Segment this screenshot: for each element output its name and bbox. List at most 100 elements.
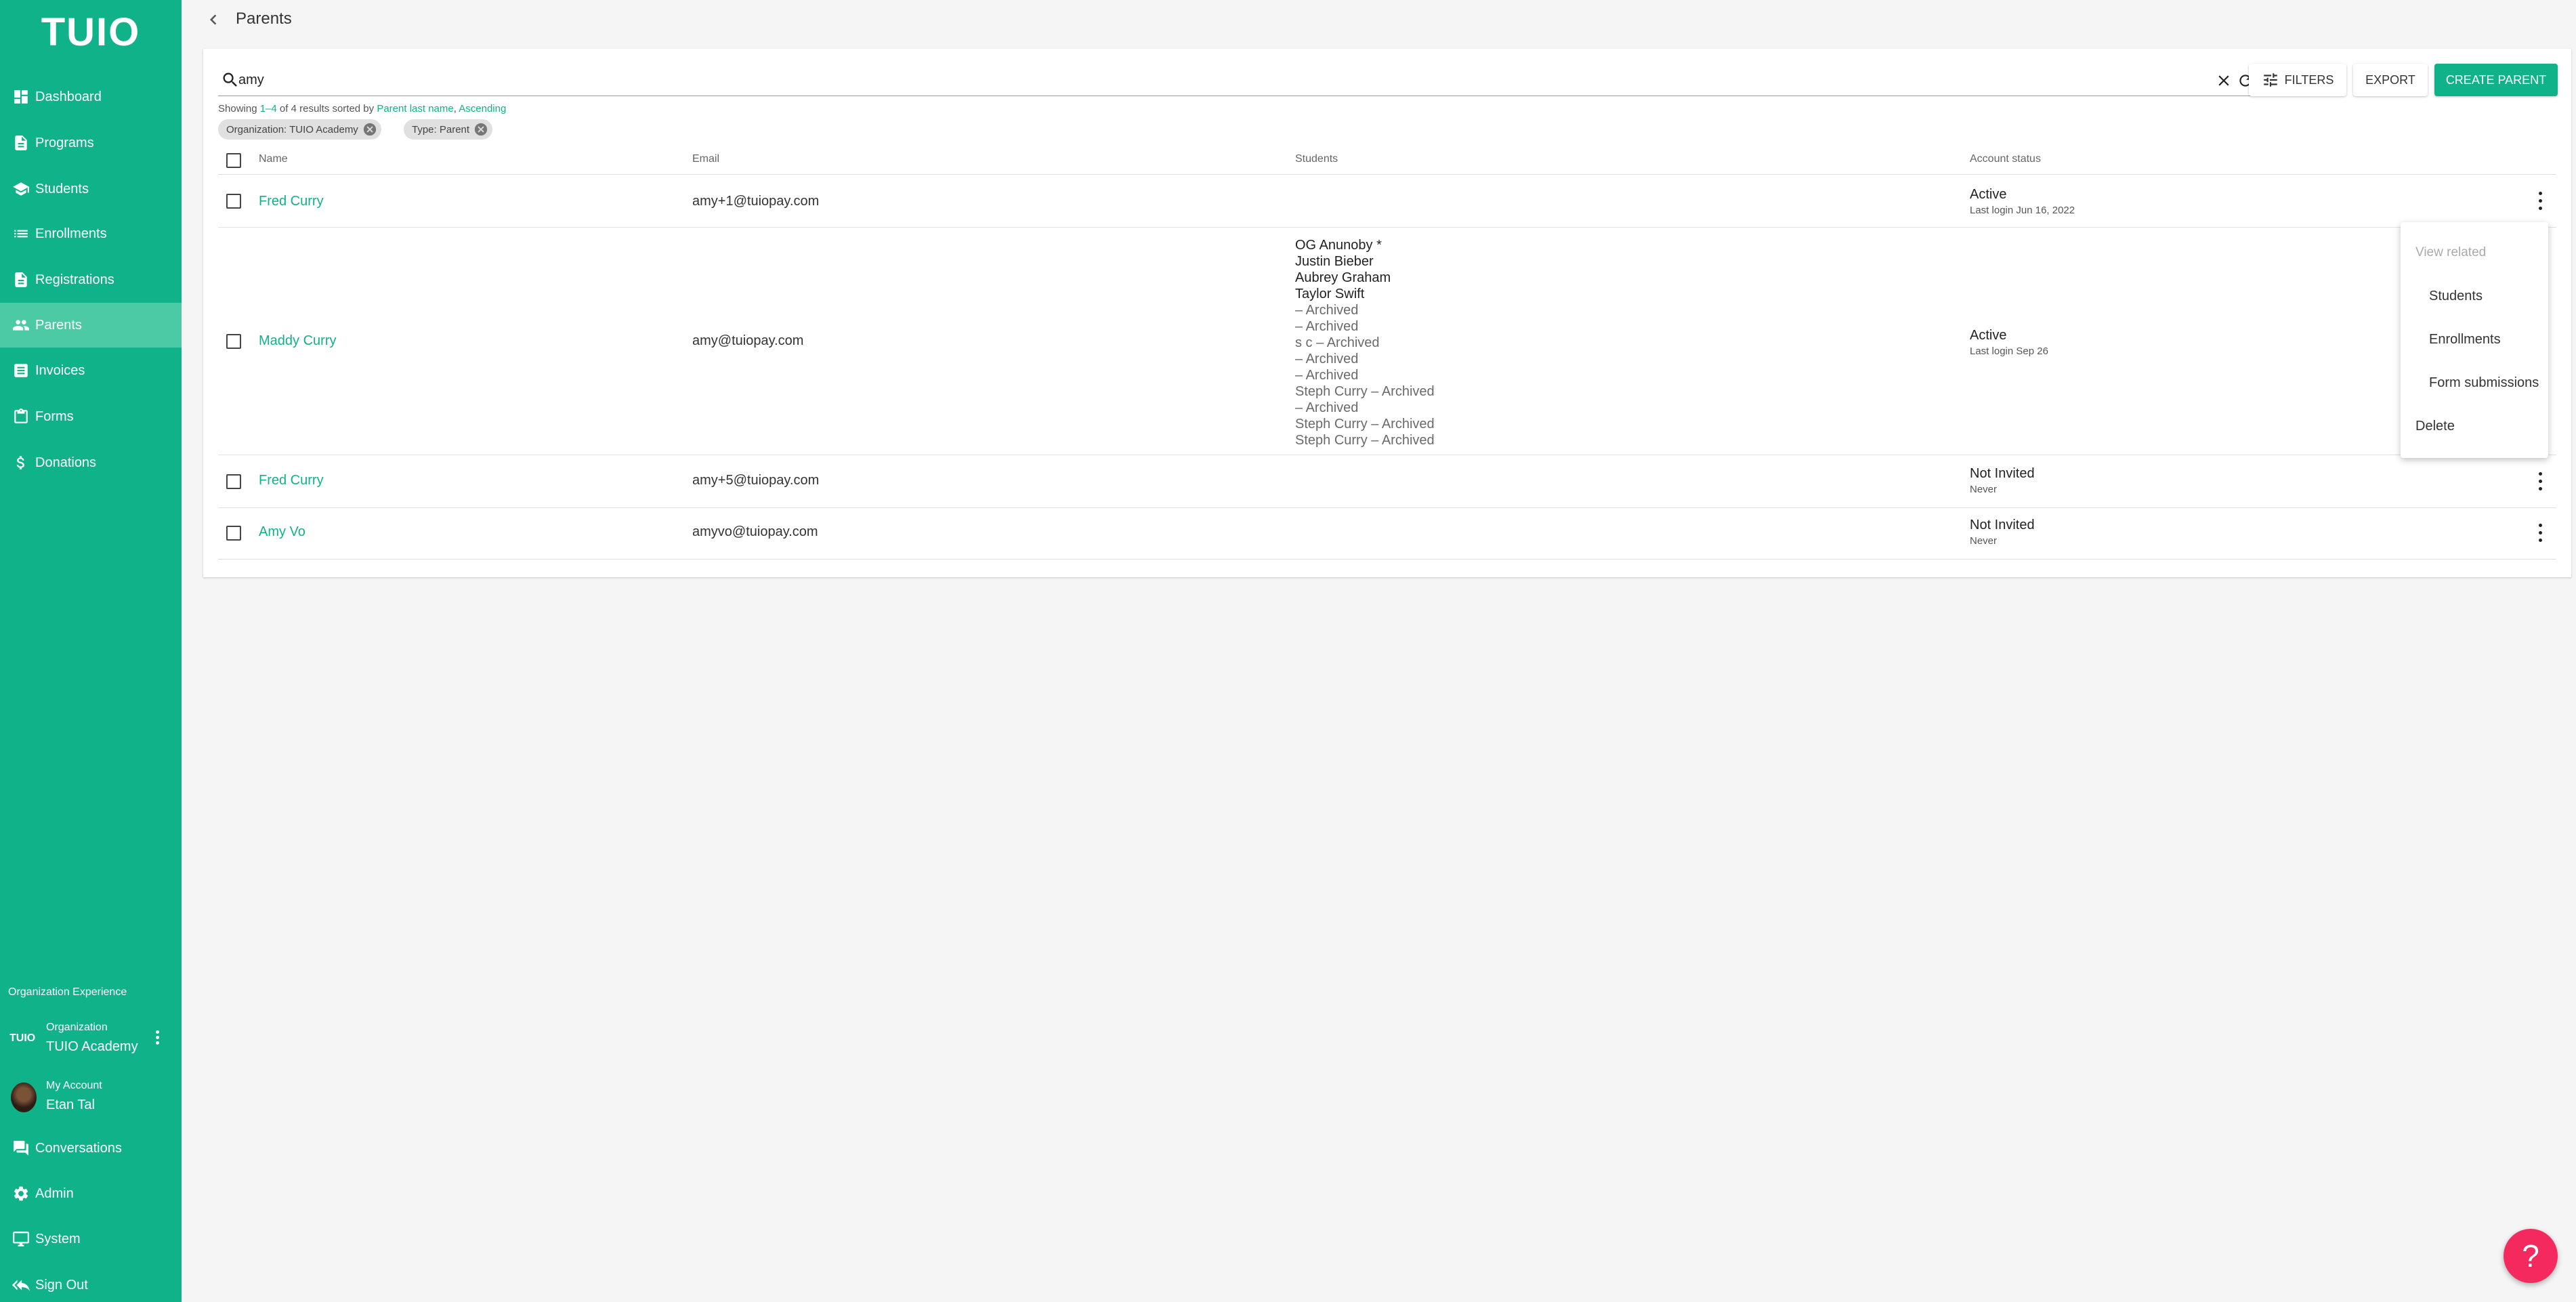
summary-range: 1–4	[259, 103, 277, 114]
my-account[interactable]: My Account Etan Tal	[0, 1076, 182, 1123]
sidebar-item-label: Programs	[35, 135, 94, 150]
close-icon[interactable]	[2215, 72, 2233, 89]
filters-label: FILTERS	[2284, 72, 2334, 87]
filters-button[interactable]: FILTERS	[2249, 64, 2346, 96]
programs-icon	[11, 133, 31, 153]
last-login: Last login Sep 26	[1970, 345, 2048, 357]
org-caption: Organization	[46, 1022, 108, 1033]
sort-field-link[interactable]: Parent last name	[377, 103, 453, 114]
last-login: Never	[1970, 484, 1998, 495]
create-parent-button[interactable]: CREATE PARENT	[2434, 64, 2558, 96]
chip-remove-icon[interactable]	[473, 122, 488, 137]
account-status: Active	[1970, 187, 2007, 202]
sidebar-item-label: Enrollments	[35, 226, 107, 241]
sidebar-item-label: Registrations	[35, 272, 114, 287]
back-icon[interactable]	[203, 9, 224, 30]
student-item: – Archived	[1295, 400, 1359, 415]
student-item: Justin Bieber	[1295, 254, 1374, 269]
table-row: Fred Curry amy+5@tuiopay.com Not Invited…	[218, 455, 2556, 508]
parent-name-link[interactable]: Fred Curry	[259, 194, 324, 209]
chip-remove-icon[interactable]	[362, 122, 377, 137]
column-account-status[interactable]: Account status	[1970, 153, 2041, 165]
column-email[interactable]: Email	[692, 153, 719, 165]
sidebar-item-label: Invoices	[35, 362, 85, 378]
page-title: Parents	[236, 9, 292, 28]
org-more-icon[interactable]	[150, 1028, 164, 1053]
tuio-logo[interactable]: TUIO	[0, 9, 182, 55]
row-more-icon[interactable]	[2533, 187, 2547, 214]
parent-name-link[interactable]: Maddy Curry	[259, 333, 336, 349]
search-icon	[221, 70, 240, 89]
search-bar	[218, 66, 2257, 96]
account-status: Active	[1970, 328, 2007, 343]
last-login: Last login Jun 16, 2022	[1970, 205, 2075, 216]
row-checkbox[interactable]	[226, 526, 241, 541]
registrations-icon	[11, 270, 31, 290]
account-name: Etan Tal	[46, 1097, 95, 1112]
student-item: OG Anunoby *	[1295, 238, 1382, 253]
row-checkbox[interactable]	[226, 474, 241, 489]
sidebar-item-label: System	[35, 1231, 81, 1246]
row-more-icon[interactable]	[2533, 519, 2547, 546]
sidebar-item-students[interactable]: Students	[0, 167, 182, 211]
sidebar-item-label: Parents	[35, 317, 82, 333]
student-item: Taylor Swift	[1295, 287, 1365, 301]
row-more-icon[interactable]	[2533, 467, 2547, 495]
sidebar-item-parents[interactable]: Parents	[0, 303, 182, 348]
student-item: s c – Archived	[1295, 335, 1380, 350]
organization-switcher[interactable]: TUIO Organization TUIO Academy	[0, 1016, 182, 1064]
sidebar-item-label: Dashboard	[35, 89, 102, 104]
parent-name-link[interactable]: Fred Curry	[259, 473, 324, 488]
sidebar-item-forms[interactable]: Forms	[0, 394, 182, 439]
invoices-icon	[11, 360, 31, 381]
menu-item-delete[interactable]: Delete	[2415, 419, 2455, 434]
sidebar-item-invoices[interactable]: Invoices	[0, 348, 182, 393]
sidebar-item-conversations[interactable]: Conversations	[0, 1126, 182, 1171]
parents-icon	[11, 315, 31, 335]
menu-item-form-submissions[interactable]: Form submissions	[2429, 375, 2539, 391]
menu-header: View related	[2415, 245, 2487, 259]
enrollments-icon	[11, 224, 31, 244]
monitor-icon	[11, 1229, 31, 1249]
account-status: Not Invited	[1970, 466, 2035, 481]
students-icon	[11, 179, 31, 199]
help-button[interactable]: ?	[2504, 1229, 2558, 1283]
sidebar-item-label: Students	[35, 181, 89, 196]
row-checkbox[interactable]	[226, 334, 241, 349]
menu-item-enrollments[interactable]: Enrollments	[2429, 332, 2501, 348]
student-item: – Archived	[1295, 368, 1359, 383]
sidebar-item-registrations[interactable]: Registrations	[0, 257, 182, 302]
sidebar-item-dashboard[interactable]: Dashboard	[0, 75, 182, 119]
chip-label: Organization: TUIO Academy	[226, 123, 358, 135]
summary-of: of 4 results sorted by	[276, 103, 377, 114]
parent-name-link[interactable]: Amy Vo	[259, 524, 305, 540]
chip-label: Type: Parent	[412, 123, 470, 135]
student-item: – Archived	[1295, 303, 1359, 318]
sidebar-item-programs[interactable]: Programs	[0, 121, 182, 165]
sidebar-item-sign-out[interactable]: Sign Out	[0, 1263, 182, 1302]
column-students[interactable]: Students	[1295, 153, 1338, 165]
org-name: TUIO Academy	[46, 1039, 138, 1054]
sidebar-item-admin[interactable]: Admin	[0, 1171, 182, 1216]
sidebar-item-system[interactable]: System	[0, 1217, 182, 1261]
org-logo: TUIO	[9, 1032, 36, 1044]
export-button[interactable]: EXPORT	[2353, 64, 2428, 96]
sidebar-item-enrollments[interactable]: Enrollments	[0, 211, 182, 256]
sort-direction-link[interactable]: Ascending	[459, 103, 506, 114]
row-checkbox[interactable]	[226, 194, 241, 209]
column-name[interactable]: Name	[259, 153, 288, 165]
student-item: Steph Curry – Archived	[1295, 384, 1435, 399]
account-status: Not Invited	[1970, 518, 2035, 532]
search-input[interactable]	[238, 69, 2203, 91]
conversations-icon	[11, 1138, 31, 1158]
row-actions-menu: View related Students Enrollments Form s…	[2401, 222, 2548, 458]
table-row: Maddy Curry amy@tuiopay.com OG Anunoby *…	[218, 228, 2556, 455]
parent-email: amy+1@tuiopay.com	[692, 194, 820, 209]
sidebar-item-donations[interactable]: Donations	[0, 440, 182, 485]
menu-item-students[interactable]: Students	[2429, 289, 2483, 304]
avatar	[11, 1083, 37, 1112]
result-summary: Showing 1–4 of 4 results sorted by Paren…	[218, 103, 506, 114]
filter-chip-organization: Organization: TUIO Academy	[218, 119, 381, 140]
select-all-checkbox[interactable]	[226, 153, 241, 168]
parent-email: amy+5@tuiopay.com	[692, 473, 820, 488]
